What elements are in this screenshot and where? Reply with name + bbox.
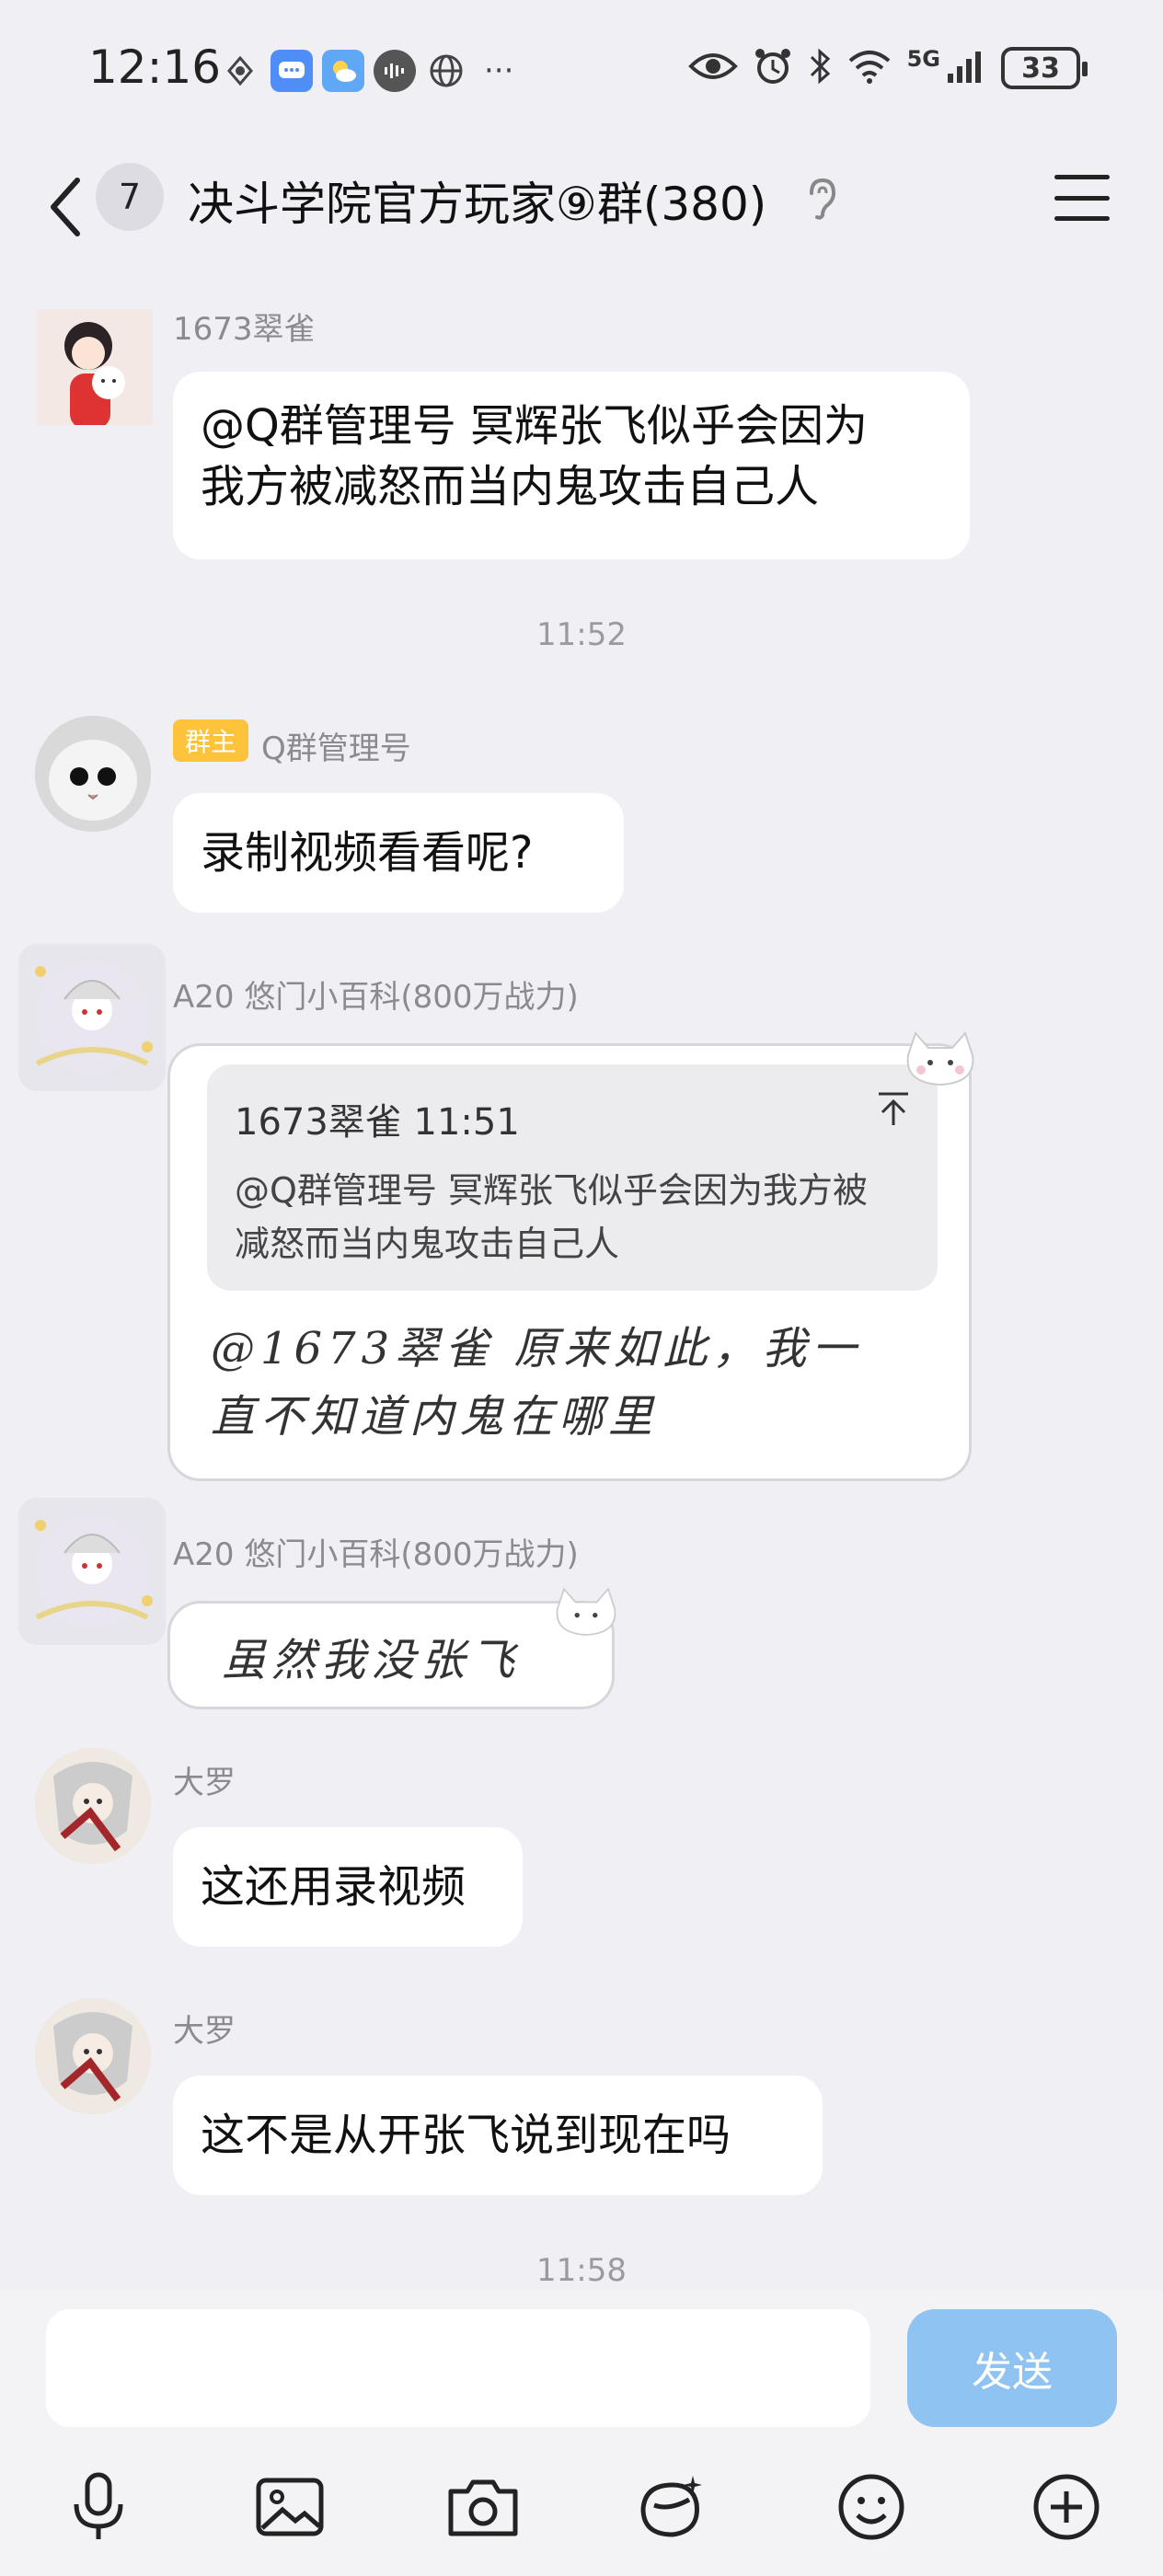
message-sender: A20 悠门小百科(800万战力) — [173, 1536, 579, 1573]
image-icon[interactable] — [248, 2466, 331, 2548]
avatar[interactable] — [37, 309, 153, 425]
scroll-to-quote-icon[interactable] — [877, 1090, 910, 1136]
avatar[interactable] — [18, 1498, 166, 1645]
cat-decoration-icon — [549, 1583, 623, 1646]
battery-level: 33 — [1021, 52, 1060, 85]
quoted-header: 1673翠雀 11:51 — [235, 1092, 520, 1145]
status-notifications: ··· — [219, 50, 513, 92]
message-sender: Q群管理号 — [261, 730, 411, 767]
message-text: 我方被减怒而当内鬼攻击自己人 — [201, 461, 820, 512]
message-app-icon — [271, 50, 313, 92]
plus-icon[interactable] — [1025, 2466, 1108, 2548]
signal-icon — [946, 48, 986, 88]
message-bubble[interactable]: @Q群管理号 冥辉张飞似乎会因为 我方被减怒而当内鬼攻击自己人 — [173, 372, 970, 559]
hand-icon — [219, 50, 261, 92]
send-button[interactable]: 发送 — [907, 2309, 1117, 2427]
avatar[interactable] — [35, 716, 151, 832]
unread-count-badge[interactable]: 7 — [96, 163, 164, 231]
message-text: 这还用录视频 — [201, 1861, 466, 1913]
chat-title[interactable]: 决斗学院官方玩家⑨群(380) — [188, 167, 766, 234]
quoted-text: @Q群管理号 冥辉张飞似乎会因为我方被 减怒而当内鬼攻击自己人 — [235, 1164, 934, 1271]
battery-icon: 33 — [1001, 47, 1088, 89]
globe-icon — [425, 50, 467, 92]
message-sender: 大罗 — [173, 2013, 236, 2050]
message-bubble[interactable]: 录制视频看看呢? — [173, 793, 624, 913]
microphone-icon[interactable] — [57, 2466, 140, 2548]
more-notifications-icon: ··· — [484, 52, 514, 89]
quoted-text-line: @Q群管理号 冥辉张飞似乎会因为我方被 — [235, 1170, 868, 1211]
message-bubble[interactable]: 1673翠雀 11:51 @Q群管理号 冥辉张飞似乎会因为我方被 减怒而当内鬼攻… — [167, 1031, 974, 1481]
status-bar: 12:16 ··· 5G 33 — [0, 0, 1163, 147]
quoted-text-line: 减怒而当内鬼攻击自己人 — [235, 1224, 620, 1264]
back-button[interactable] — [37, 166, 92, 248]
status-time: 12:16 — [88, 40, 222, 94]
message-text: @1673翠雀 原来如此，我一 直不知道内鬼在哪里 — [211, 1315, 947, 1451]
bluetooth-icon — [808, 46, 832, 90]
message-sender: A20 悠门小百科(800万战力) — [173, 979, 579, 1016]
message-text: @Q群管理号 冥辉张飞似乎会因为 — [201, 400, 869, 452]
menu-icon[interactable] — [1054, 175, 1110, 221]
status-right: 5G 33 — [687, 46, 1088, 90]
avatar[interactable] — [35, 1998, 151, 2114]
message-sender: 大罗 — [173, 1765, 236, 1801]
message-bubble[interactable]: 这还用录视频 — [173, 1827, 523, 1947]
sticker-icon[interactable] — [631, 2466, 714, 2548]
message-bubble[interactable]: 这不是从开张飞说到现在吗 — [173, 2076, 823, 2195]
weather-icon — [322, 50, 364, 92]
message-text-line: @1673翠雀 原来如此，我一 — [211, 1323, 862, 1374]
emoji-icon[interactable] — [830, 2466, 913, 2548]
quoted-message[interactable]: 1673翠雀 11:51 @Q群管理号 冥辉张飞似乎会因为我方被 减怒而当内鬼攻… — [207, 1064, 938, 1291]
message-text: 录制视频看看呢? — [201, 827, 534, 879]
wifi-icon — [846, 48, 892, 88]
message-text: 虽然我没张飞 — [222, 1635, 521, 1686]
message-text: 这不是从开张飞说到现在吗 — [201, 2110, 731, 2161]
quoted-time: 11:51 — [413, 1101, 520, 1144]
camera-icon[interactable] — [442, 2466, 524, 2548]
eye-icon — [687, 50, 738, 86]
avatar[interactable] — [35, 1748, 151, 1864]
timestamp: 11:58 — [536, 2252, 627, 2289]
message-bubble[interactable]: 虽然我没张飞 — [167, 1587, 616, 1709]
avatar[interactable] — [18, 944, 166, 1091]
ear-icon[interactable] — [806, 177, 837, 229]
cat-decoration-icon — [899, 1028, 982, 1096]
quoted-author: 1673翠雀 — [235, 1101, 402, 1144]
message-text-line: 直不知道内鬼在哪里 — [211, 1391, 659, 1443]
alarm-icon — [753, 46, 793, 90]
timestamp: 11:52 — [536, 616, 627, 653]
network-type-label: 5G — [906, 46, 940, 72]
composer: 发送 — [0, 2291, 1163, 2576]
group-owner-badge: 群主 — [173, 719, 248, 762]
message-sender: 1673翠雀 — [173, 311, 316, 348]
audio-icon — [374, 50, 416, 92]
message-input[interactable] — [46, 2309, 870, 2427]
